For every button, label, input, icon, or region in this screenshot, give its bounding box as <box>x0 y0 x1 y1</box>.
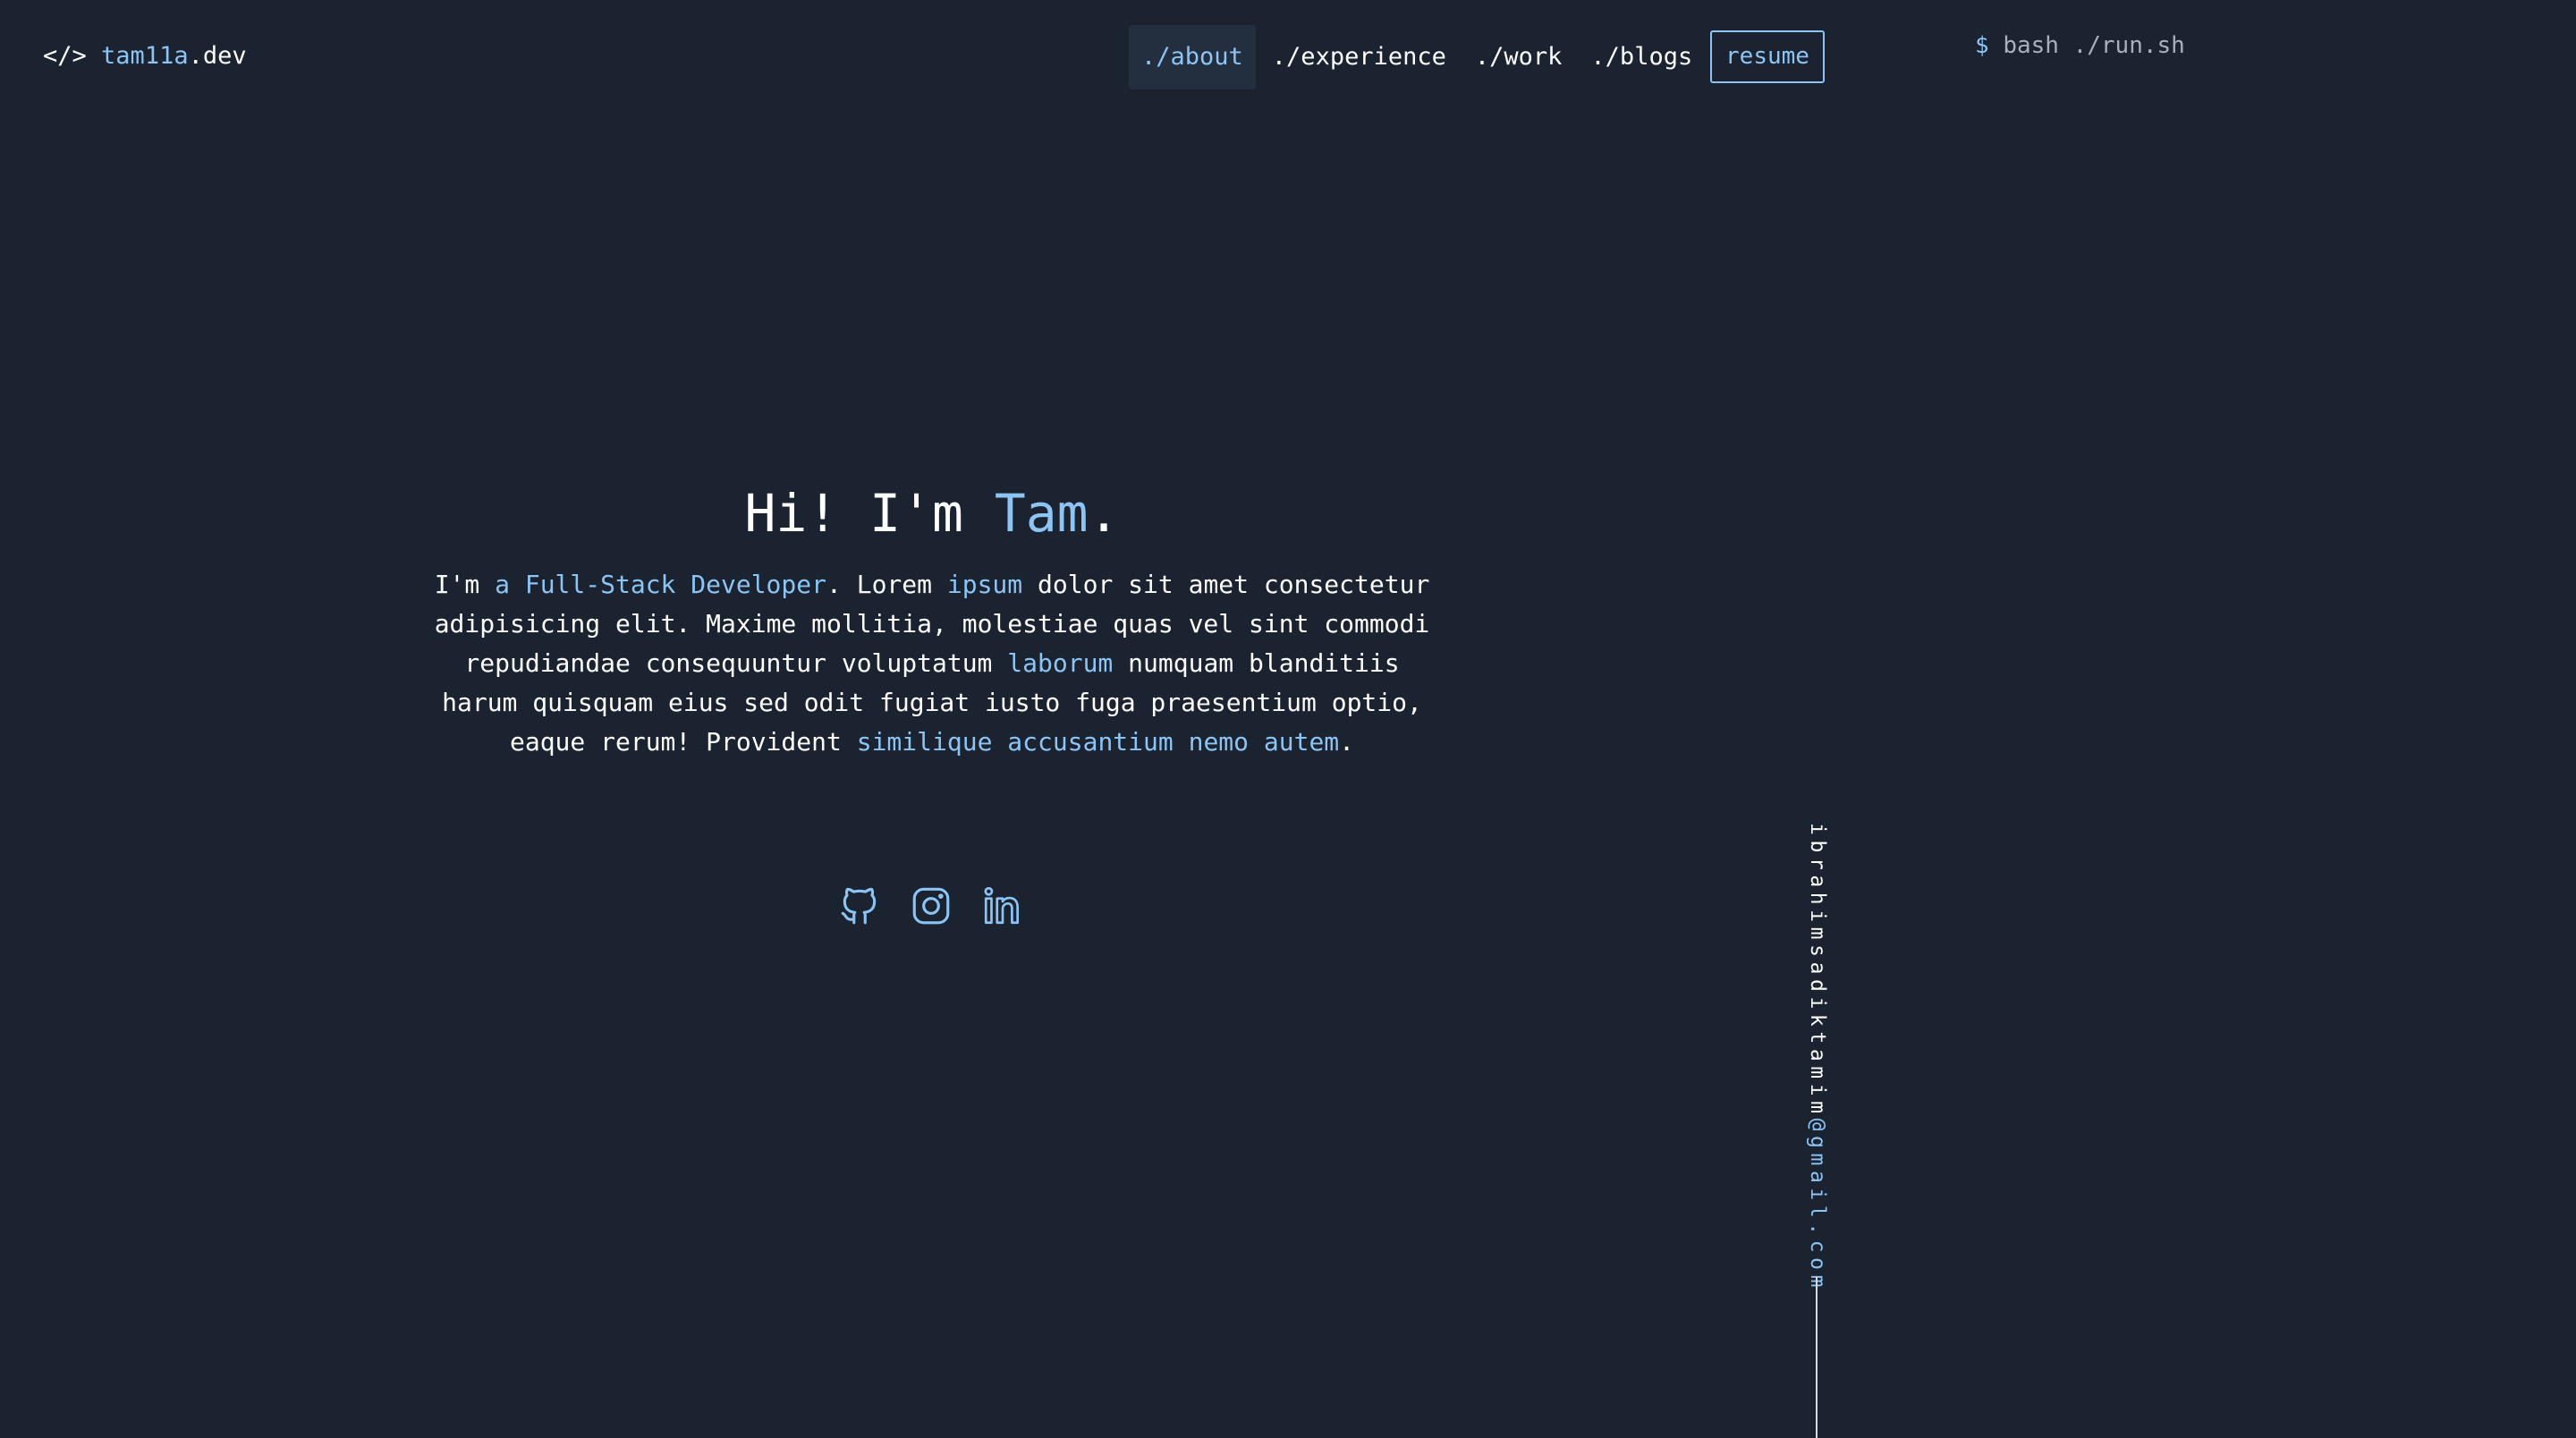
main-nav: ./about ./experience ./work ./blogs <box>1129 25 1705 89</box>
logo-bracket: </> <box>43 42 87 70</box>
email-domain: @gmail.com <box>1806 1118 1829 1293</box>
bio-text: . Lorem <box>826 570 947 599</box>
nav-item-experience[interactable]: ./experience <box>1259 25 1459 89</box>
nav-item-work[interactable]: ./work <box>1462 25 1575 89</box>
bio-highlight: ipsum <box>946 570 1023 599</box>
shell-prompt: $ <box>1975 32 1989 59</box>
linkedin-icon <box>984 886 1020 925</box>
resume-button[interactable]: resume <box>1710 30 1825 83</box>
title-suffix: . <box>1088 483 1120 544</box>
linkedin-link[interactable] <box>980 884 1025 928</box>
nav-item-about[interactable]: ./about <box>1129 25 1256 89</box>
github-icon <box>841 887 877 925</box>
social-links <box>837 884 1025 928</box>
logo-suffix: .dev <box>188 42 247 70</box>
bio-text: . <box>1339 727 1355 757</box>
github-link[interactable] <box>837 884 882 928</box>
page: </> tam11a.dev ./about ./experience ./wo… <box>0 0 2576 1438</box>
instagram-link[interactable] <box>909 884 953 928</box>
title-prefix: Hi! I'm <box>744 483 995 544</box>
instagram-icon <box>912 887 950 925</box>
bio-paragraph: I'm a Full-Stack Developer. Lorem ipsum … <box>429 565 1435 762</box>
nav-item-blogs[interactable]: ./blogs <box>1578 25 1705 89</box>
title-name: Tam <box>994 483 1089 544</box>
site-logo[interactable]: </> tam11a.dev <box>43 41 247 72</box>
hero-section: Hi! I'm Tam. I'm a Full-Stack Developer.… <box>429 474 1435 762</box>
email-user: ibrahimsadiktamim <box>1806 823 1829 1119</box>
bio-highlight: a Full-Stack Developer <box>495 570 826 599</box>
page-title: Hi! I'm Tam. <box>429 474 1435 553</box>
run-command-text: bash ./run.sh <box>2003 32 2185 59</box>
bio-text: I'm <box>434 570 496 599</box>
bio-highlight: similique accusantium nemo autem <box>856 727 1340 757</box>
bio-highlight: laborum <box>1007 648 1114 678</box>
email-link[interactable]: ibrahimsadiktamim@gmail.com <box>1805 823 1830 1292</box>
run-command[interactable]: $ bash ./run.sh <box>1975 30 2185 61</box>
email-divider-line <box>1816 1277 1818 1438</box>
logo-name: tam11a <box>101 42 189 70</box>
